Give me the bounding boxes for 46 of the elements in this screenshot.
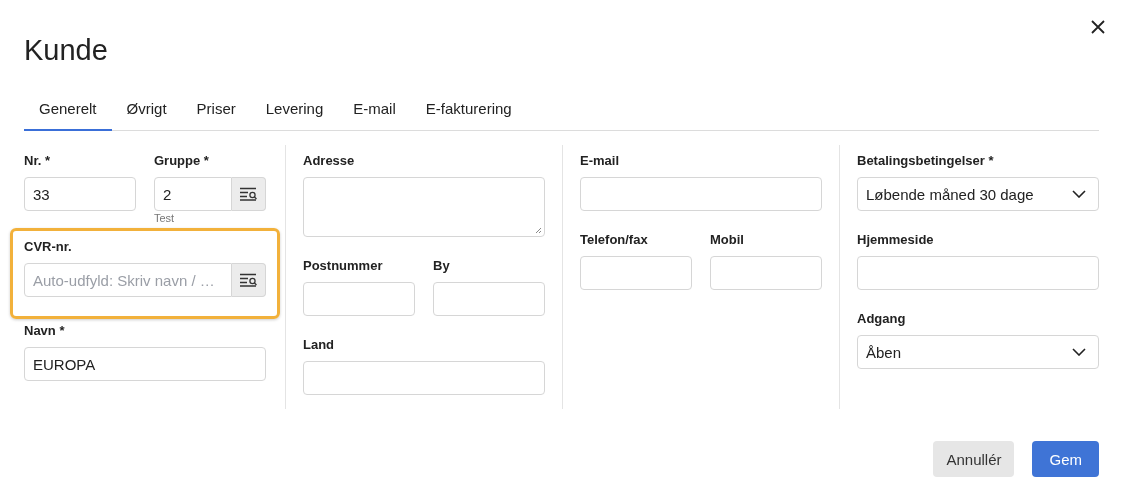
hint-text: Test — [154, 212, 175, 224]
input-field[interactable]: 2 — [154, 177, 232, 211]
field-label: Gruppe * — [154, 153, 210, 169]
dialog-title: Kunde — [24, 33, 108, 68]
tab[interactable]: E-mail — [338, 100, 411, 131]
list-search-icon — [238, 273, 259, 287]
tab[interactable]: Øvrigt — [111, 100, 182, 131]
input-field[interactable]: Auto-udfyld: Skriv navn / … — [24, 263, 232, 297]
list-search-icon — [238, 187, 259, 201]
field-label: By — [433, 258, 451, 274]
field-label: Adgang — [857, 311, 907, 327]
field-label: Hjemmeside — [857, 232, 935, 248]
tab[interactable]: Priser — [181, 100, 251, 131]
input-field[interactable]: 33 — [24, 177, 136, 211]
field-label: CVR-nr. — [24, 239, 73, 255]
text-area[interactable] — [303, 177, 545, 237]
tab[interactable]: E-fakturering — [410, 100, 527, 131]
field-label: E-mail — [580, 153, 620, 169]
field-label: Mobil — [710, 232, 745, 248]
select-field[interactable]: Åben — [857, 335, 1099, 369]
field-label: Adresse — [303, 153, 356, 169]
resize-grip-icon[interactable] — [535, 227, 542, 234]
lookup-button[interactable] — [232, 177, 266, 211]
chevron-down-icon — [1072, 190, 1086, 198]
input-field[interactable] — [433, 282, 545, 316]
input-field[interactable] — [710, 256, 822, 290]
field-label: Navn * — [24, 323, 66, 339]
save-button[interactable]: Gem — [1032, 441, 1099, 477]
close-icon[interactable] — [1091, 20, 1105, 34]
select-field[interactable]: Løbende måned 30 dage — [857, 177, 1099, 211]
chevron-down-icon — [1072, 348, 1086, 356]
input-field[interactable] — [580, 256, 692, 290]
field-label: Betalingsbetingelser * — [857, 153, 995, 169]
field-label: Telefon/fax — [580, 232, 649, 248]
field-label: Nr. * — [24, 153, 51, 169]
input-field[interactable] — [580, 177, 822, 211]
cancel-button[interactable]: Annullér — [933, 441, 1015, 477]
field-label: Postnummer — [303, 258, 384, 274]
input-field[interactable] — [303, 361, 545, 395]
input-field[interactable]: EUROPA — [24, 347, 266, 381]
field-label: Land — [303, 337, 336, 353]
tab[interactable]: Generelt — [24, 100, 112, 131]
lookup-button[interactable] — [232, 263, 266, 297]
tab[interactable]: Levering — [250, 100, 339, 131]
input-field[interactable] — [857, 256, 1099, 290]
input-field[interactable] — [303, 282, 415, 316]
